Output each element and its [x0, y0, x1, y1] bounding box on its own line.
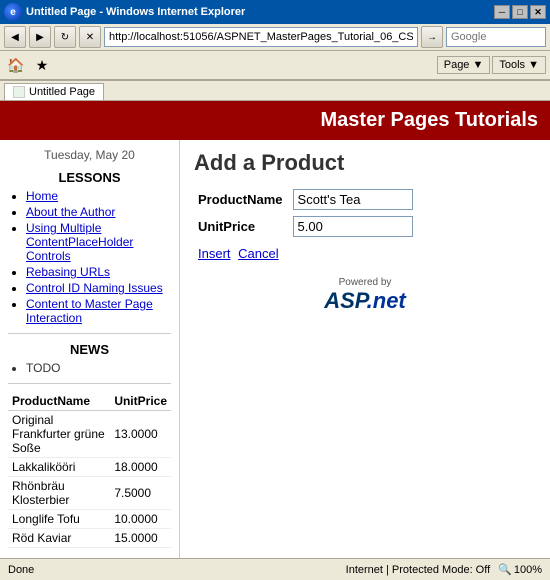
product-name-cell: Lakkalikööri — [8, 458, 110, 477]
zoom-control[interactable]: 🔍 100% — [498, 563, 542, 576]
unit-price-input[interactable] — [293, 216, 413, 237]
news-section: TODO — [8, 361, 171, 375]
form-actions: Insert Cancel — [198, 246, 536, 261]
add-product-form: ProductName UnitPrice — [194, 186, 417, 240]
content-area: Add a Product ProductName UnitPrice Inse… — [180, 140, 550, 558]
table-row: Original Frankfurter grüne Soße13.0000 — [8, 411, 171, 458]
address-input[interactable] — [104, 27, 418, 47]
sidebar: Tuesday, May 20 LESSONS Home About the A… — [0, 140, 180, 558]
address-bar: ◀ ▶ ↻ ✕ → — [0, 24, 550, 51]
unit-price-cell: 15.0000 — [110, 529, 171, 548]
list-item: Control ID Naming Issues — [26, 281, 171, 295]
tools-button[interactable]: Tools ▼ — [492, 56, 546, 74]
tab-untitled-page[interactable]: Untitled Page — [4, 83, 104, 100]
col-product-name: ProductName — [8, 392, 110, 411]
window-controls: ─ □ ✕ — [494, 5, 546, 19]
insert-button[interactable]: Insert — [198, 246, 231, 261]
aspnet-brand: ASP.net — [324, 288, 406, 314]
products-table: ProductName UnitPrice Original Frankfurt… — [8, 392, 171, 548]
aspnet-logo: Powered by ASP.net — [194, 277, 536, 314]
list-item: Home — [26, 189, 171, 203]
list-item: About the Author — [26, 205, 171, 219]
tab-bar: Untitled Page — [0, 81, 550, 101]
list-item: Rebasing URLs — [26, 265, 171, 279]
close-button[interactable]: ✕ — [530, 5, 546, 19]
minimize-button[interactable]: ─ — [494, 5, 510, 19]
page-button[interactable]: Page ▼ — [437, 56, 491, 74]
news-title: NEWS — [8, 342, 171, 357]
lessons-title: LESSONS — [8, 170, 171, 185]
status-bar: Done Internet | Protected Mode: Off 🔍 10… — [0, 558, 550, 580]
table-row: Rhönbräu Klosterbier7.5000 — [8, 477, 171, 510]
unit-price-cell: 13.0000 — [110, 411, 171, 458]
product-name-cell: Original Frankfurter grüne Soße — [8, 411, 110, 458]
nav-content-interaction[interactable]: Content to Master Page Interaction — [26, 297, 153, 325]
maximize-button[interactable]: □ — [512, 5, 528, 19]
tab-label: Untitled Page — [29, 86, 95, 98]
toolbar: 🏠 ★ Page ▼ Tools ▼ — [0, 51, 550, 81]
status-right: Internet | Protected Mode: Off 🔍 100% — [346, 563, 542, 576]
unit-price-label: UnitPrice — [194, 213, 289, 240]
forward-button[interactable]: ▶ — [29, 26, 51, 48]
table-row: Lakkalikööri18.0000 — [8, 458, 171, 477]
product-name-cell: Röd Kaviar — [8, 529, 110, 548]
status-text: Done — [8, 564, 34, 576]
nav-about[interactable]: About the Author — [26, 205, 115, 219]
news-item-todo: TODO — [26, 361, 60, 375]
unit-price-cell: 18.0000 — [110, 458, 171, 477]
nav-control-id[interactable]: Control ID Naming Issues — [26, 281, 163, 295]
tab-favicon — [13, 86, 25, 98]
home-icon[interactable]: 🏠 — [4, 53, 28, 77]
zone-text: Internet | Protected Mode: Off — [346, 564, 491, 576]
window-title-area: e Untitled Page - Windows Internet Explo… — [4, 3, 245, 21]
col-unit-price: UnitPrice — [110, 392, 171, 411]
window-titlebar: e Untitled Page - Windows Internet Explo… — [0, 0, 550, 24]
refresh-button[interactable]: ↻ — [54, 26, 76, 48]
unit-price-cell: 10.0000 — [110, 510, 171, 529]
table-row: Röd Kaviar15.0000 — [8, 529, 171, 548]
stop-button[interactable]: ✕ — [79, 26, 101, 48]
window-title: Untitled Page - Windows Internet Explore… — [26, 6, 245, 18]
lessons-nav: Home About the Author Using Multiple Con… — [8, 189, 171, 325]
site-title: Master Pages Tutorials — [321, 109, 538, 131]
site-header: Master Pages Tutorials — [0, 101, 550, 140]
zoom-level: 100% — [514, 564, 542, 576]
powered-by-text: Powered by — [339, 277, 392, 288]
product-name-label: ProductName — [194, 186, 289, 213]
page-title: Add a Product — [194, 150, 536, 176]
main-container: Tuesday, May 20 LESSONS Home About the A… — [0, 140, 550, 558]
sidebar-divider-2 — [8, 383, 171, 384]
list-item: Content to Master Page Interaction — [26, 297, 171, 325]
sidebar-divider — [8, 333, 171, 334]
nav-home[interactable]: Home — [26, 189, 58, 203]
product-name-cell: Rhönbräu Klosterbier — [8, 477, 110, 510]
search-input[interactable] — [446, 27, 546, 47]
unit-price-cell: 7.5000 — [110, 477, 171, 510]
list-item: Using Multiple ContentPlaceHolder Contro… — [26, 221, 171, 263]
nav-rebasing-urls[interactable]: Rebasing URLs — [26, 265, 110, 279]
back-button[interactable]: ◀ — [4, 26, 26, 48]
favorites-icon[interactable]: ★ — [30, 53, 54, 77]
cancel-button[interactable]: Cancel — [238, 246, 278, 261]
ie-logo-icon: e — [4, 3, 22, 21]
aspnet-text: ASP.net — [324, 288, 406, 313]
zoom-icon: 🔍 — [498, 563, 512, 576]
go-button[interactable]: → — [421, 26, 443, 48]
nav-multiple-contentplaceholder[interactable]: Using Multiple ContentPlaceHolder Contro… — [26, 221, 133, 263]
sidebar-date: Tuesday, May 20 — [8, 148, 171, 162]
list-item: TODO — [26, 361, 171, 375]
table-row: Longlife Tofu10.0000 — [8, 510, 171, 529]
product-name-cell: Longlife Tofu — [8, 510, 110, 529]
product-name-input[interactable] — [293, 189, 413, 210]
